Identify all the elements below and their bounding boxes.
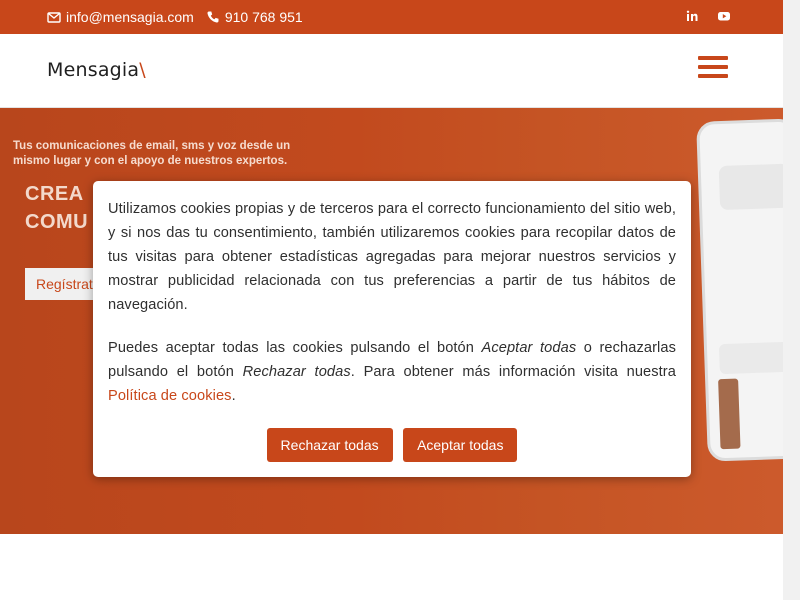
cookie-text-end: .: [231, 388, 236, 404]
page: info@mensagia.com 910 768 951 Mensagia\ …: [0, 0, 783, 600]
scrollbar[interactable]: [783, 0, 800, 600]
cookie-consent-modal: Utilizamos cookies propias y de terceros…: [93, 181, 691, 477]
message-bubble: [718, 163, 783, 211]
envelope-icon: [47, 10, 61, 24]
phone-text[interactable]: 910 768 951: [225, 9, 303, 25]
hamburger-icon[interactable]: [698, 56, 728, 82]
hero-title-line1: CREA: [25, 183, 84, 205]
reject-all-button[interactable]: Rechazar todas: [266, 428, 393, 462]
cookie-text-part: Puedes aceptar todas las cookies pulsand…: [108, 340, 482, 356]
cookie-reject-mention: Rechazar todas: [242, 364, 351, 380]
logo-slash: \: [139, 59, 146, 81]
youtube-icon[interactable]: [717, 9, 731, 23]
cookie-text-part: . Para obtener más información visita nu…: [350, 364, 676, 380]
email-text[interactable]: info@mensagia.com: [66, 9, 194, 25]
email-contact[interactable]: info@mensagia.com: [47, 9, 194, 25]
phone-mockup-image: [696, 118, 783, 462]
hero-subtitle: Tus comunicaciones de email, sms y voz d…: [13, 140, 291, 167]
cookie-accept-mention: Aceptar todas: [481, 340, 577, 356]
hero-title: CREA COMU: [25, 180, 88, 236]
cookie-buttons: Rechazar todas Aceptar todas: [93, 428, 691, 462]
site-header: Mensagia\: [0, 34, 783, 108]
hero-title-line2: COMU: [25, 211, 89, 233]
app-dock: [718, 341, 783, 375]
logo[interactable]: Mensagia\: [47, 59, 146, 81]
accept-all-button[interactable]: Aceptar todas: [403, 428, 518, 462]
cookie-paragraph-1: Utilizamos cookies propias y de terceros…: [108, 201, 676, 313]
logo-text: Mensagia: [47, 59, 140, 81]
linkedin-icon[interactable]: [685, 9, 699, 23]
social-links: [685, 9, 731, 23]
top-contact-bar: info@mensagia.com 910 768 951: [0, 0, 783, 34]
phone-contact[interactable]: 910 768 951: [206, 9, 303, 25]
cookie-paragraph-2: Puedes aceptar todas las cookies pulsand…: [108, 336, 676, 408]
phone-icon: [206, 10, 220, 24]
cookie-policy-link[interactable]: Política de cookies: [108, 388, 232, 404]
photo-strip: [718, 378, 741, 450]
